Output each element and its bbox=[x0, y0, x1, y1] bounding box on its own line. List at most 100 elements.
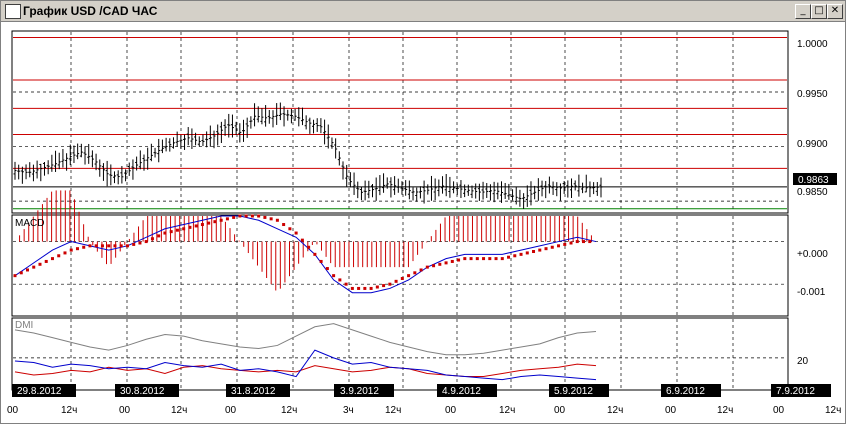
macd-signal-dot bbox=[232, 215, 236, 219]
macd-signal-dot bbox=[563, 242, 567, 246]
hour-tick: 00 bbox=[554, 405, 566, 416]
dmi-panel bbox=[11, 317, 789, 391]
macd-signal-dot bbox=[469, 257, 473, 261]
macd-signal-dot bbox=[250, 214, 254, 218]
macd-title: MACD bbox=[15, 218, 44, 229]
hour-tick: 00 bbox=[7, 405, 19, 416]
macd-label-neg: -0.001 bbox=[797, 287, 826, 298]
macd-signal-dot bbox=[219, 218, 223, 222]
macd-signal-dot bbox=[338, 278, 342, 282]
macd-signal-dot bbox=[207, 221, 211, 225]
dmi-label-20: 20 bbox=[797, 356, 809, 367]
macd-signal-dot bbox=[357, 286, 361, 290]
price-label-1: 1.0000 bbox=[797, 39, 828, 50]
macd-signal-dot bbox=[213, 220, 217, 224]
macd-signal-dot bbox=[475, 257, 479, 261]
macd-signal-dot bbox=[569, 241, 573, 245]
macd-signal-dot bbox=[450, 259, 454, 263]
hour-tick: 12ч bbox=[281, 405, 297, 416]
macd-signal-dot bbox=[150, 237, 154, 241]
macd-signal-dot bbox=[288, 227, 292, 231]
hour-tick: 12ч bbox=[607, 405, 623, 416]
macd-signal-dot bbox=[413, 271, 417, 275]
macd-signal-dot bbox=[88, 244, 92, 248]
chart-canvas[interactable]: 1.0000 0.9950 0.9900 0.9850 0.9863 MACD … bbox=[1, 22, 845, 423]
hour-tick: 12ч bbox=[171, 405, 187, 416]
macd-signal-dot bbox=[400, 276, 404, 280]
macd-signal-dot bbox=[132, 242, 136, 246]
date-label: 29.8.2012 bbox=[17, 386, 62, 397]
macd-signal-dot bbox=[94, 244, 98, 248]
macd-signal-dot bbox=[238, 214, 242, 218]
date-label: 31.8.2012 bbox=[231, 386, 276, 397]
macd-signal-dot bbox=[13, 274, 17, 278]
macd-signal-dot bbox=[582, 240, 586, 244]
macd-signal-dot bbox=[225, 217, 229, 221]
date-label: 5.9.2012 bbox=[554, 386, 593, 397]
window-title: График USD /CAD ЧАС bbox=[23, 4, 158, 18]
macd-signal-dot bbox=[38, 262, 42, 266]
macd-signal-dot bbox=[457, 258, 461, 262]
macd-signal-dot bbox=[194, 224, 198, 228]
macd-signal-dot bbox=[482, 257, 486, 261]
macd-signal-dot bbox=[19, 271, 23, 275]
title-bar[interactable]: График USD /CAD ЧАС _ □ ✕ bbox=[1, 1, 845, 22]
macd-signal-dot bbox=[344, 282, 348, 286]
macd-signal-dot bbox=[407, 274, 411, 278]
macd-signal-dot bbox=[200, 223, 204, 227]
macd-signal-dot bbox=[557, 244, 561, 248]
macd-signal-dot bbox=[494, 257, 498, 261]
maximize-button[interactable]: □ bbox=[811, 4, 827, 19]
macd-signal-dot bbox=[125, 244, 129, 248]
close-button[interactable]: ✕ bbox=[827, 4, 843, 19]
macd-signal-dot bbox=[169, 230, 173, 234]
macd-signal-dot bbox=[157, 234, 161, 238]
macd-signal-dot bbox=[388, 282, 392, 286]
macd-panel bbox=[11, 214, 789, 317]
hour-tick: 3ч bbox=[343, 405, 354, 416]
date-label: 7.9.2012 bbox=[776, 386, 815, 397]
macd-signal-dot bbox=[119, 244, 123, 248]
dmi-title: DMI bbox=[15, 320, 33, 331]
hour-tick: 12ч bbox=[61, 405, 77, 416]
macd-signal-dot bbox=[350, 286, 354, 290]
macd-signal-dot bbox=[144, 240, 148, 244]
hour-tick: 00 bbox=[445, 405, 457, 416]
macd-signal-dot bbox=[107, 244, 111, 248]
macd-signal-dot bbox=[263, 215, 267, 219]
macd-signal-dot bbox=[319, 259, 323, 263]
macd-signal-dot bbox=[82, 245, 86, 249]
hour-tick: 12ч bbox=[499, 405, 515, 416]
macd-signal-dot bbox=[419, 268, 423, 272]
macd-signal-dot bbox=[382, 284, 386, 288]
macd-signal-dot bbox=[513, 254, 517, 258]
macd-signal-dot bbox=[544, 247, 548, 251]
macd-signal-dot bbox=[63, 251, 67, 255]
macd-signal-dot bbox=[25, 268, 29, 272]
current-price-label: 0.9863 bbox=[798, 175, 829, 186]
macd-signal-dot bbox=[244, 214, 248, 218]
macd-signal-dot bbox=[69, 248, 73, 252]
macd-signal-dot bbox=[488, 257, 492, 261]
macd-signal-dot bbox=[282, 223, 286, 227]
hour-tick: 00 bbox=[665, 405, 677, 416]
macd-label-zero: +0.000 bbox=[797, 249, 828, 260]
chart-app-icon bbox=[5, 4, 21, 19]
macd-signal-dot bbox=[44, 259, 48, 263]
price-panel bbox=[11, 30, 789, 214]
macd-signal-dot bbox=[50, 257, 54, 261]
macd-signal-dot bbox=[75, 247, 79, 251]
macd-signal-dot bbox=[182, 227, 186, 231]
minimize-button[interactable]: _ bbox=[795, 4, 811, 19]
macd-signal-dot bbox=[463, 257, 467, 261]
price-label-2: 0.9950 bbox=[797, 89, 828, 100]
price-label-4: 0.9850 bbox=[797, 187, 828, 198]
macd-signal-dot bbox=[394, 279, 398, 283]
price-label-3: 0.9900 bbox=[797, 139, 828, 150]
macd-signal-dot bbox=[257, 214, 261, 218]
date-label: 3.9.2012 bbox=[340, 386, 379, 397]
macd-signal-dot bbox=[332, 274, 336, 278]
macd-signal-dot bbox=[363, 286, 367, 290]
macd-signal-dot bbox=[138, 241, 142, 245]
macd-signal-dot bbox=[300, 238, 304, 242]
